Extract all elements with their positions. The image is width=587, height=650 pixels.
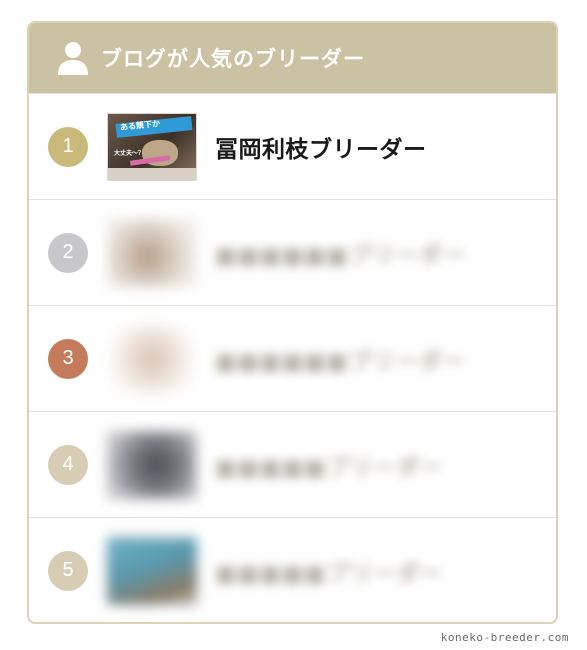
breeder-name-blurred[interactable]: ■■■■■ブリーダー (215, 554, 444, 588)
ranking-item-1[interactable]: 1 ある競下か 大丈夫〜？ 冨岡利枝ブリーダー (29, 93, 556, 199)
rank-badge: 4 (48, 444, 88, 485)
breeder-thumbnail[interactable]: ある競下か 大丈夫〜？ (107, 112, 197, 181)
panel-header: ブログが人気のブリーダー (29, 23, 556, 93)
panel-title: ブログが人気のブリーダー (101, 47, 365, 71)
ranking-list: 1 ある競下か 大丈夫〜？ 冨岡利枝ブリーダー 2 ■■■■■■ブリーダー 3 … (29, 93, 556, 622)
breeder-name-blurred[interactable]: ■■■■■ブリーダー (215, 448, 444, 482)
breeder-name-link[interactable]: 冨岡利枝ブリーダー (215, 130, 427, 164)
popular-blog-breeders-panel: ブログが人気のブリーダー 1 ある競下か 大丈夫〜？ 冨岡利枝ブリーダー 2 ■… (27, 21, 558, 624)
rank-badge: 5 (48, 550, 88, 591)
user-icon (58, 42, 88, 75)
breeder-name-blurred[interactable]: ■■■■■■ブリーダー (215, 236, 466, 270)
ranking-item-3[interactable]: 3 ■■■■■■ブリーダー (29, 305, 556, 411)
ranking-item-5[interactable]: 5 ■■■■■ブリーダー (29, 517, 556, 622)
ranking-item-2[interactable]: 2 ■■■■■■ブリーダー (29, 199, 556, 305)
thumbnail-label: 大丈夫〜？ (114, 149, 145, 157)
rank-badge: 1 (48, 126, 88, 167)
ranking-item-4[interactable]: 4 ■■■■■ブリーダー (29, 411, 556, 517)
site-watermark: koneko-breeder.com (440, 631, 569, 644)
rank-badge: 3 (48, 338, 88, 379)
breeder-thumbnail-blurred[interactable] (107, 536, 197, 605)
breeder-thumbnail-blurred[interactable] (107, 218, 197, 287)
breeder-thumbnail-blurred[interactable] (107, 430, 197, 499)
breeder-thumbnail-blurred[interactable] (107, 324, 197, 393)
rank-badge: 2 (48, 232, 88, 273)
breeder-name-blurred[interactable]: ■■■■■■ブリーダー (215, 342, 466, 376)
